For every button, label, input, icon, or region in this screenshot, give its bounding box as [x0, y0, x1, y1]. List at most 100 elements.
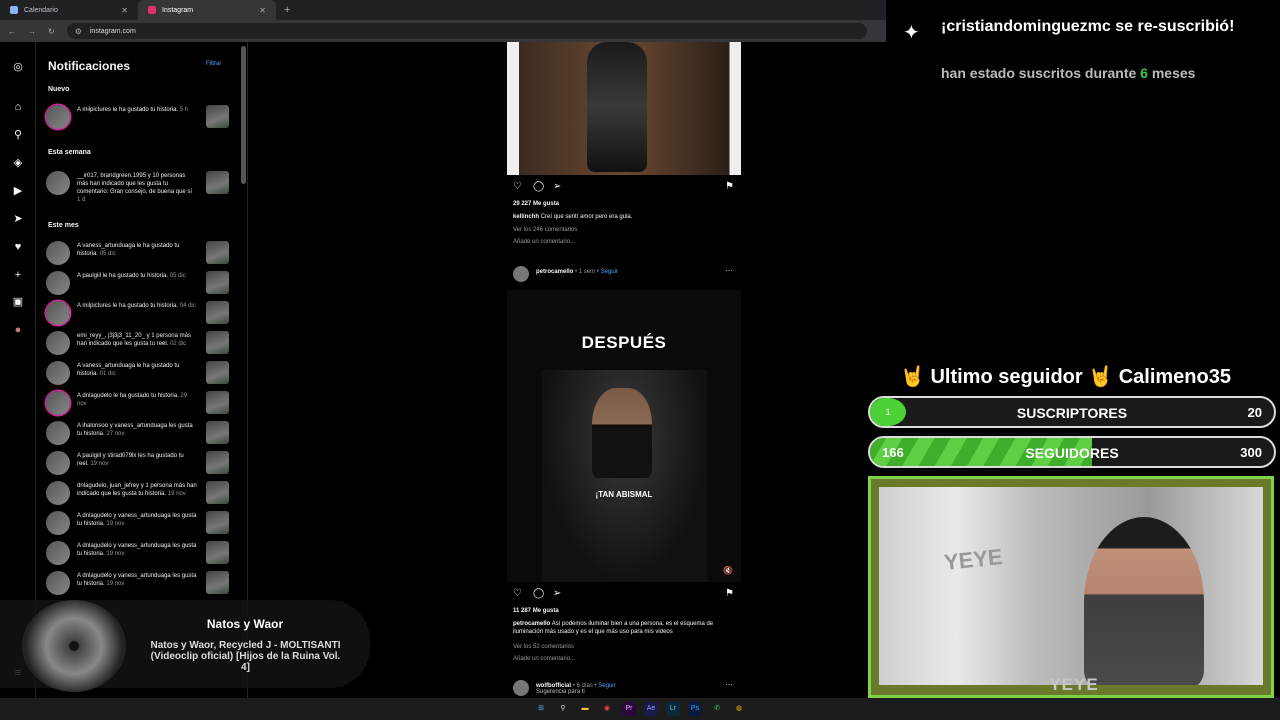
- post-likes[interactable]: 29 227 Me gusta: [513, 200, 737, 208]
- filter-link[interactable]: Filtrar: [206, 61, 221, 67]
- story-thumbnail[interactable]: [206, 511, 229, 534]
- story-thumbnail[interactable]: [206, 571, 229, 594]
- story-thumbnail[interactable]: [206, 541, 229, 564]
- post-video[interactable]: DESPUÉS ¡TAN ABISMAL 🔇: [507, 290, 741, 582]
- app-icon[interactable]: ◉: [600, 702, 614, 716]
- forward-icon[interactable]: →: [28, 27, 36, 36]
- avatar[interactable]: [46, 421, 70, 445]
- comment-input[interactable]: Añade un comentario...: [513, 238, 737, 246]
- story-thumbnail[interactable]: [206, 105, 229, 128]
- post-thumbnail[interactable]: [206, 171, 229, 194]
- avatar[interactable]: [46, 105, 70, 129]
- story-thumbnail[interactable]: [206, 271, 229, 294]
- avatar[interactable]: [46, 481, 70, 505]
- url-input[interactable]: ⚙ instagram.com: [66, 23, 867, 39]
- explore-icon[interactable]: ◈: [11, 156, 25, 170]
- notification-item[interactable]: dnlagudelo, juan_jefrey y 1 persona más …: [46, 480, 231, 506]
- avatar[interactable]: [46, 301, 70, 325]
- new-tab-button[interactable]: +: [276, 4, 298, 16]
- notification-item[interactable]: A ihalonsoo y vaness_artunduaga les gust…: [46, 420, 231, 446]
- notification-item[interactable]: A dnlagudelo y vaness_artunduaga les gus…: [46, 570, 231, 596]
- story-thumbnail[interactable]: [206, 301, 229, 324]
- notification-item[interactable]: A dnlagudelo le ha gustado tu historia. …: [46, 390, 231, 416]
- chrome-icon[interactable]: ◍: [732, 702, 746, 716]
- avatar[interactable]: [46, 271, 70, 295]
- story-thumbnail[interactable]: [206, 241, 229, 264]
- view-comments[interactable]: Ver los 246 comentarios: [513, 226, 737, 234]
- post-username[interactable]: kellinchh: [513, 214, 539, 220]
- share-icon[interactable]: ➢: [553, 181, 561, 193]
- post-image[interactable]: [507, 42, 741, 175]
- bookmark-icon[interactable]: ⚑: [725, 181, 734, 193]
- avatar[interactable]: [46, 511, 70, 535]
- more-options-icon[interactable]: ···: [725, 266, 733, 275]
- notification-item[interactable]: A dnlagudelo y vaness_artunduaga les gus…: [46, 540, 231, 566]
- avatar[interactable]: [46, 171, 70, 195]
- dashboard-icon[interactable]: ▣: [11, 295, 25, 309]
- search-icon[interactable]: ⚲: [556, 702, 570, 716]
- reload-icon[interactable]: ↻: [48, 27, 55, 36]
- close-icon[interactable]: ✕: [121, 6, 128, 15]
- after-effects-icon[interactable]: Ae: [644, 702, 658, 716]
- notification-item[interactable]: A paulgiil le ha gustado tu historia. 05…: [46, 270, 231, 296]
- more-options-icon[interactable]: ···: [725, 680, 733, 689]
- notification-item[interactable]: A milpictures le ha gustado tu historia.…: [46, 104, 231, 130]
- messages-icon[interactable]: ➤: [11, 212, 25, 226]
- notification-item[interactable]: A vaness_artunduaga le ha gustado tu his…: [46, 360, 231, 386]
- start-icon[interactable]: ⊞: [534, 702, 548, 716]
- avatar[interactable]: [46, 241, 70, 265]
- avatar[interactable]: [46, 361, 70, 385]
- notification-item[interactable]: A milpictures le ha gustado tu historia.…: [46, 300, 231, 326]
- like-icon[interactable]: ♡: [513, 181, 522, 193]
- search-icon[interactable]: ⚲: [11, 128, 25, 142]
- profile-icon[interactable]: ●: [11, 323, 25, 337]
- mute-icon[interactable]: 🔇: [723, 566, 733, 575]
- create-icon[interactable]: +: [11, 268, 25, 282]
- folder-icon[interactable]: ▬: [578, 702, 592, 716]
- avatar[interactable]: [46, 391, 70, 415]
- bookmark-icon[interactable]: ⚑: [725, 588, 734, 600]
- comment-icon[interactable]: ◯: [533, 588, 544, 600]
- scrollbar[interactable]: [241, 46, 246, 184]
- post-username[interactable]: petrocamello: [536, 269, 573, 275]
- lightroom-icon[interactable]: Lr: [666, 702, 680, 716]
- story-thumbnail[interactable]: [206, 331, 229, 354]
- view-comments[interactable]: Ver los 52 comentarios: [513, 643, 737, 651]
- avatar[interactable]: [46, 451, 70, 475]
- avatar[interactable]: [46, 331, 70, 355]
- instagram-logo-icon[interactable]: ◎: [11, 60, 25, 74]
- site-info-icon[interactable]: ⚙: [75, 27, 82, 36]
- like-icon[interactable]: ♡: [513, 588, 522, 600]
- notification-item[interactable]: __ir017, brandgreen.1995 y 10 personas m…: [46, 170, 231, 204]
- story-thumbnail[interactable]: [206, 361, 229, 384]
- notification-item[interactable]: A paulgiil y stirad079lx les ha gustado …: [46, 450, 231, 476]
- share-icon[interactable]: ➢: [553, 588, 561, 600]
- tab-calendario[interactable]: Calendario ✕: [0, 0, 138, 20]
- photoshop-icon[interactable]: Ps: [688, 702, 702, 716]
- close-icon[interactable]: ✕: [259, 6, 266, 15]
- avatar[interactable]: [46, 541, 70, 565]
- follow-button[interactable]: Seguir: [601, 269, 618, 275]
- story-thumbnail[interactable]: [206, 391, 229, 414]
- story-thumbnail[interactable]: [206, 481, 229, 504]
- reels-icon[interactable]: ▶: [11, 184, 25, 198]
- post-username[interactable]: petrocamello: [513, 621, 550, 627]
- notification-item[interactable]: A dnlagudelo y vaness_artunduaga les gus…: [46, 510, 231, 536]
- back-icon[interactable]: ←: [8, 27, 16, 36]
- avatar[interactable]: [513, 680, 529, 696]
- heart-icon[interactable]: ♥: [11, 240, 25, 254]
- premiere-icon[interactable]: Pr: [622, 702, 636, 716]
- tab-instagram[interactable]: Instagram ✕: [138, 0, 276, 20]
- story-thumbnail[interactable]: [206, 451, 229, 474]
- avatar[interactable]: [513, 266, 529, 282]
- avatar[interactable]: [46, 571, 70, 595]
- follow-button[interactable]: Seguir: [598, 683, 615, 689]
- comment-icon[interactable]: ◯: [533, 181, 544, 193]
- notification-item[interactable]: A vaness_artunduaga le ha gustado tu his…: [46, 240, 231, 266]
- story-thumbnail[interactable]: [206, 421, 229, 444]
- comment-input[interactable]: Añade un comentario...: [513, 655, 737, 663]
- notification-item[interactable]: emi_reyy_, j3j3j3_11_20_ y 1 persona más…: [46, 330, 231, 356]
- whatsapp-icon[interactable]: ✆: [710, 702, 724, 716]
- post-likes[interactable]: 11 287 Me gusta: [513, 607, 737, 615]
- home-icon[interactable]: ⌂: [11, 100, 25, 114]
